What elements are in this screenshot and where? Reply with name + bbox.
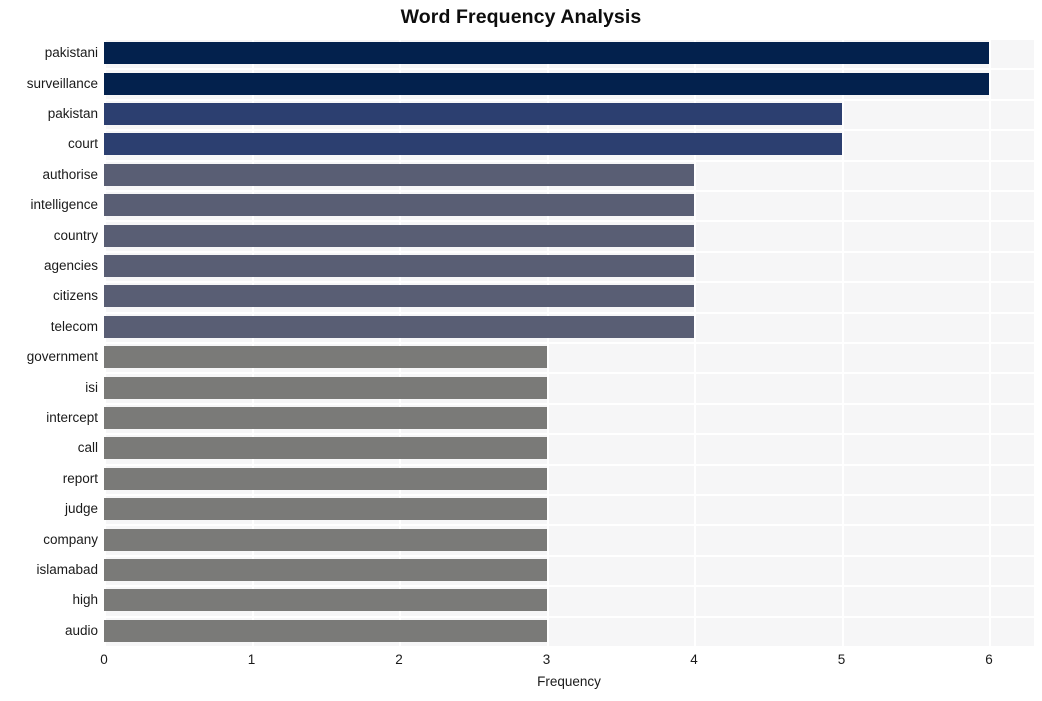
y-gridline — [104, 281, 1034, 284]
y-tick-label-surveillance: surveillance — [26, 75, 98, 91]
bar-telecom — [104, 315, 694, 338]
y-tick-label-country: country — [53, 227, 98, 243]
x-tick-label-5: 5 — [837, 652, 846, 667]
y-tick-label-intercept: intercept — [46, 410, 98, 425]
y-gridline — [104, 463, 1034, 466]
bar-intercept — [104, 407, 547, 429]
y-tick-label-report: report — [62, 470, 98, 486]
bar-report — [104, 467, 547, 490]
x-tick-label-1: 1 — [247, 652, 256, 667]
x-tick-label-2: 2 — [395, 652, 403, 667]
y-tick-label-pakistan: pakistan — [47, 106, 98, 121]
y-gridline — [104, 250, 1034, 253]
y-gridline — [104, 372, 1034, 375]
bar-citizens — [104, 285, 694, 308]
bar-company — [104, 528, 547, 551]
y-tick-label-company: company — [43, 531, 98, 547]
y-tick-label-call: call — [77, 440, 98, 456]
x-tick-label-3: 3 — [542, 652, 551, 667]
x-axis-label: Frequency — [537, 674, 601, 689]
x-tick-label-4: 4 — [690, 652, 698, 667]
y-tick-label-audio: audio — [64, 622, 98, 638]
bar-audio — [104, 619, 547, 642]
y-tick-label-judge: judge — [64, 501, 98, 517]
y-gridline — [104, 311, 1034, 314]
y-tick-label-isi: isi — [85, 379, 98, 395]
y-tick-label-citizens: citizens — [52, 288, 98, 304]
y-gridline — [104, 342, 1034, 344]
y-gridline — [104, 159, 1034, 162]
y-gridline — [104, 402, 1034, 405]
x-axis: 0 1 2 3 4 5 6 — [100, 646, 1034, 676]
y-tick-label-authorise: authorise — [42, 166, 98, 182]
y-tick-label-government: government — [26, 349, 98, 365]
y-gridline — [104, 554, 1034, 557]
chart-figure: Word Frequency Analysis pakistani surveil… — [0, 0, 1042, 701]
y-tick-label-telecom: telecom — [50, 318, 98, 334]
y-gridline — [104, 220, 1034, 223]
bar-islamabad — [104, 559, 547, 581]
y-tick-label-high: high — [72, 592, 98, 608]
y-gridline — [104, 68, 1034, 71]
bar-pakistani — [104, 42, 989, 65]
page-title: Word Frequency Analysis — [400, 6, 642, 28]
y-gridline — [104, 38, 1034, 40]
y-axis: pakistani surveillance pakistan court author… — [0, 38, 98, 646]
y-tick-label-pakistani: pakistani — [44, 45, 98, 61]
y-gridline — [104, 615, 1034, 618]
bar-high — [104, 589, 547, 612]
y-tick-label-agencies: agencies — [43, 258, 98, 273]
y-gridline — [104, 433, 1034, 436]
y-gridline — [104, 585, 1034, 588]
y-gridline — [104, 98, 1034, 101]
bar-government — [104, 346, 547, 369]
y-gridline — [104, 524, 1034, 527]
bar-agencies — [104, 255, 694, 277]
bar-pakistan — [104, 103, 842, 125]
bar-country — [104, 224, 694, 247]
y-tick-label-islamabad: islamabad — [36, 562, 98, 577]
bar-intelligence — [104, 194, 694, 217]
bar-court — [104, 133, 842, 156]
y-gridline — [104, 129, 1034, 132]
bar-call — [104, 437, 547, 460]
plot-area — [104, 38, 1034, 648]
x-tick-label-0: 0 — [100, 652, 108, 667]
y-gridline — [104, 190, 1034, 192]
y-tick-label-court: court — [67, 136, 98, 152]
y-gridline — [104, 494, 1034, 496]
y-tick-label-intelligence: intelligence — [30, 197, 98, 213]
bar-isi — [104, 376, 547, 399]
bar-judge — [104, 498, 547, 521]
bar-authorise — [104, 163, 694, 186]
bar-surveillance — [104, 72, 989, 95]
x-tick-label-6: 6 — [985, 652, 993, 667]
